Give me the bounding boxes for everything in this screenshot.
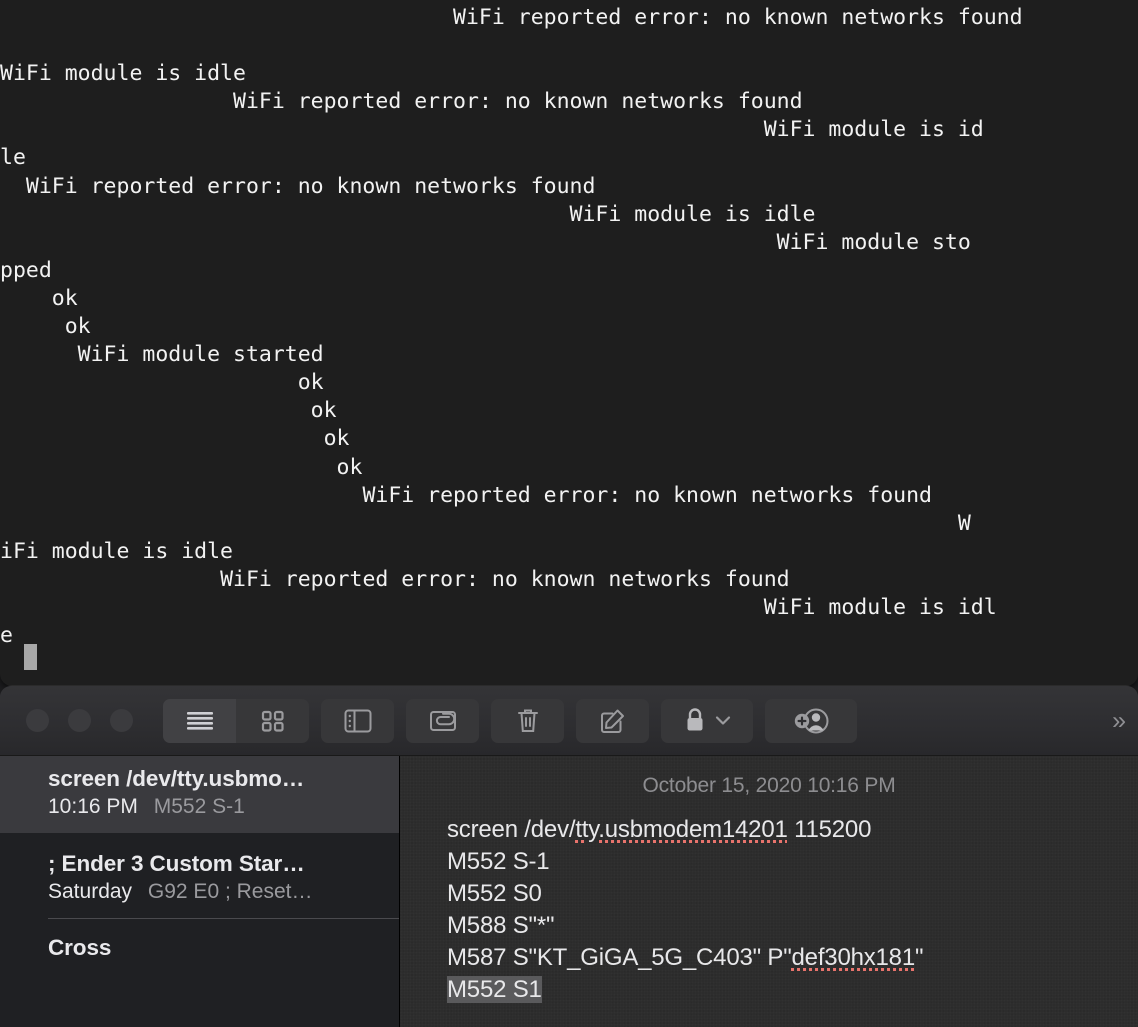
- terminal-line: WiFi reported error: no known networks f…: [0, 566, 790, 592]
- selected-text: M552 S1: [447, 976, 542, 1003]
- terminal-line: ok: [0, 426, 350, 452]
- add-person-icon: [792, 707, 830, 735]
- list-view-icon: [185, 710, 215, 732]
- window-traffic-lights: [26, 709, 133, 732]
- terminal-line: WiFi module sto: [0, 229, 971, 255]
- note-line-text: screen /dev/: [447, 816, 576, 843]
- note-date: Saturday: [48, 880, 133, 903]
- terminal-line: e: [0, 623, 13, 649]
- terminal-line: WiFi module is idle: [0, 201, 816, 227]
- terminal-line: WiFi module is idle: [0, 61, 246, 87]
- gallery-view-button[interactable]: [236, 698, 309, 743]
- terminal-line: le: [0, 145, 26, 171]
- note-line-text: M552 S0: [447, 880, 542, 907]
- note-list-item-2[interactable]: Cross: [0, 919, 399, 975]
- close-button[interactable]: [26, 709, 49, 732]
- delete-note-button[interactable]: [491, 698, 564, 743]
- note-line-text: M552 S-1: [447, 848, 550, 875]
- terminal-line: WiFi module is id: [0, 117, 984, 143]
- compose-icon: [599, 707, 627, 735]
- note-list[interactable]: screen /dev/tty.usbmo… 10:16 PM M552 S-1…: [0, 756, 400, 1027]
- lock-note-button[interactable]: [661, 698, 753, 743]
- view-mode-group: [163, 698, 309, 743]
- note-title: Cross: [48, 935, 112, 960]
- note-editor[interactable]: October 15, 2020 10:16 PM screen /dev/tt…: [400, 756, 1138, 1027]
- note-title: screen /dev/tty.usbmo…: [48, 766, 305, 791]
- toggle-folders-button[interactable]: [321, 698, 394, 743]
- note-text-content[interactable]: screen /dev/tty.usbmodem14201 115200 M552…: [400, 798, 1138, 1006]
- gallery-view-icon: [260, 709, 286, 733]
- terminal-output[interactable]: WiFi reported error: no known networks f…: [0, 0, 1138, 686]
- terminal-line: WiFi module started: [0, 342, 324, 368]
- note-line-text: 115200: [787, 816, 872, 843]
- misspelled-text: tty.usbmodem14201: [575, 816, 788, 843]
- new-note-button[interactable]: [576, 698, 649, 743]
- terminal-window[interactable]: WiFi reported error: no known networks f…: [0, 0, 1138, 686]
- trash-icon: [516, 707, 540, 735]
- terminal-line: WiFi reported error: no known networks f…: [0, 482, 932, 508]
- terminal-line: ok: [0, 370, 324, 396]
- add-people-button[interactable]: [765, 698, 857, 743]
- chevron-down-icon[interactable]: [715, 715, 731, 726]
- note-line: screen /dev/tty.usbmodem14201 115200: [447, 814, 1138, 846]
- terminal-line: WiFi reported error: no known networks f…: [0, 173, 596, 199]
- note-line-text: ": [914, 944, 924, 971]
- notes-toolbar: »: [0, 686, 1138, 756]
- paperclip-icon: [428, 708, 458, 734]
- note-snippet: G92 E0 ; Reset…: [147, 880, 313, 903]
- list-view-button[interactable]: [163, 698, 236, 743]
- zoom-button[interactable]: [110, 709, 133, 732]
- note-line-text: M587 S"KT_GiGA_5G_C403" P": [447, 944, 792, 971]
- notes-content-area: screen /dev/tty.usbmo… 10:16 PM M552 S-1…: [0, 756, 1138, 1027]
- terminal-line: ok: [0, 454, 363, 480]
- terminal-line: pped: [0, 257, 52, 283]
- attachments-button[interactable]: [406, 698, 479, 743]
- note-snippet: M552 S-1: [153, 795, 245, 818]
- lock-icon: [684, 707, 706, 734]
- note-line: M587 S"KT_GiGA_5G_C403" P"def30hx181": [447, 942, 1138, 974]
- terminal-line: W: [0, 510, 971, 536]
- terminal-line: iFi module is idle: [0, 538, 233, 564]
- note-list-item-1[interactable]: ; Ender 3 Custom Star… Saturday G92 E0 ;…: [0, 833, 399, 918]
- note-timestamp: October 15, 2020 10:16 PM: [642, 774, 896, 797]
- misspelled-text: def30hx181: [791, 944, 916, 971]
- terminal-cursor: [24, 644, 37, 670]
- terminal-line: ok: [0, 285, 78, 311]
- notes-window[interactable]: » screen /dev/tty.usbmo… 10:16 PM M552 S…: [0, 686, 1138, 1027]
- terminal-line: ok: [0, 398, 337, 424]
- sidebar-icon: [343, 708, 373, 734]
- terminal-line: WiFi module is idl: [0, 594, 997, 620]
- note-line: M552 S0: [447, 878, 1138, 910]
- note-line: M552 S-1: [447, 846, 1138, 878]
- note-meta: Saturday G92 E0 ; Reset…: [48, 880, 399, 904]
- note-line: M588 S"*": [447, 910, 1138, 942]
- note-line: M552 S1: [447, 974, 1138, 1006]
- terminal-line: WiFi reported error: no known networks f…: [0, 5, 1023, 30]
- note-title: ; Ender 3 Custom Star…: [48, 851, 305, 876]
- toolbar-overflow-button[interactable]: »: [1112, 708, 1126, 733]
- note-line-text: M588 S"*": [447, 912, 555, 939]
- terminal-line: WiFi reported error: no known networks f…: [0, 89, 803, 115]
- note-meta: 10:16 PM M552 S-1: [48, 795, 399, 819]
- note-date: 10:16 PM: [48, 795, 138, 818]
- note-line-text: M552 S1: [447, 976, 542, 1003]
- note-list-item-0[interactable]: screen /dev/tty.usbmo… 10:16 PM M552 S-1: [0, 756, 399, 833]
- terminal-line: ok: [0, 314, 91, 340]
- minimize-button[interactable]: [68, 709, 91, 732]
